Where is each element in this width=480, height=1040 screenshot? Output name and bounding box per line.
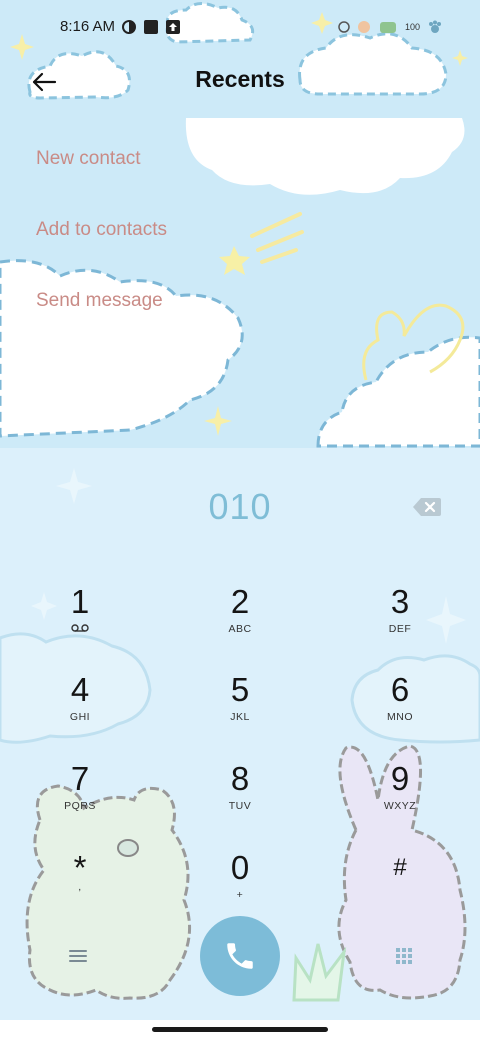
add-to-contacts-option[interactable]: Add to contacts	[36, 219, 167, 241]
key-letters: ABC	[228, 623, 252, 635]
status-time: 8:16 AM	[60, 18, 116, 35]
key-9[interactable]: 9 WXYZ	[340, 759, 460, 837]
key-digit: 6	[390, 671, 410, 708]
battery-paw-icon	[429, 20, 441, 33]
key-digit: 1	[70, 583, 90, 620]
key-hash[interactable]: #	[340, 848, 460, 926]
upload-icon	[166, 20, 180, 34]
key-star[interactable]: * ,	[20, 848, 140, 926]
data-saver-icon	[122, 20, 136, 34]
key-digit: 2	[230, 583, 250, 620]
key-letters: GHI	[69, 711, 91, 723]
backspace-icon[interactable]	[412, 496, 442, 518]
phone-icon	[227, 943, 253, 969]
key-0[interactable]: 0 +	[180, 848, 300, 926]
key-2[interactable]: 2 ABC	[180, 582, 300, 660]
dialpad-grid-icon[interactable]	[392, 944, 416, 968]
key-digit: 5	[230, 671, 250, 708]
page-title: Recents	[195, 66, 285, 92]
key-6[interactable]: 6 MNO	[340, 670, 460, 748]
key-digit: 7	[70, 760, 90, 797]
hamburger-menu-icon[interactable]	[64, 944, 92, 968]
key-letters: DEF	[388, 623, 412, 635]
key-digit: 9	[390, 760, 410, 797]
key-7[interactable]: 7 PQRS	[20, 759, 140, 837]
send-message-option[interactable]: Send message	[36, 290, 163, 312]
key-digit: 0	[230, 849, 250, 886]
key-letters: MNO	[387, 711, 413, 723]
battery-level: 100	[405, 22, 421, 32]
cloud-sticker-icon	[338, 21, 396, 33]
key-3[interactable]: 3 DEF	[340, 582, 460, 660]
key-letters: PQRS	[64, 800, 96, 812]
dialed-number-field[interactable]: 010	[0, 486, 480, 528]
home-indicator[interactable]	[152, 1027, 328, 1032]
key-4[interactable]: 4 GHI	[20, 670, 140, 748]
status-bar: 8:16 AM 100	[0, 14, 480, 42]
key-1[interactable]: 1	[20, 582, 140, 660]
key-digit: 3	[390, 583, 410, 620]
key-letters: ,	[78, 881, 82, 893]
voicemail-icon	[71, 624, 89, 632]
key-5[interactable]: 5 JKL	[180, 670, 300, 748]
key-digit: 8	[230, 760, 250, 797]
new-contact-option[interactable]: New contact	[36, 148, 141, 170]
key-letters: WXYZ	[383, 800, 417, 812]
key-digit: #	[393, 854, 407, 881]
key-letters: TUV	[228, 800, 252, 812]
square-app-icon	[144, 20, 158, 34]
call-button[interactable]	[200, 916, 280, 996]
key-letters: JKL	[230, 711, 250, 723]
key-letters: +	[236, 889, 244, 901]
key-8[interactable]: 8 TUV	[180, 759, 300, 837]
key-digit: 4	[70, 671, 90, 708]
